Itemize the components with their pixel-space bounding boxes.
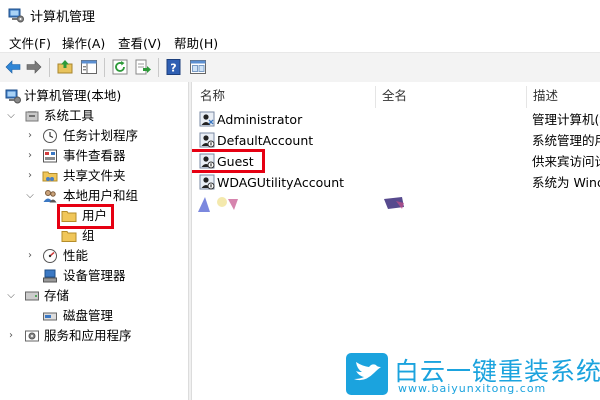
performance-icon xyxy=(43,249,57,263)
chevron-down-icon[interactable]: ⌵ xyxy=(25,186,35,206)
column-separator[interactable] xyxy=(526,86,527,108)
user-description: 管理计算机(域 xyxy=(532,112,600,127)
user-description: 供来宾访问计 xyxy=(532,154,600,169)
chevron-down-icon[interactable]: ⌵ xyxy=(6,106,16,126)
decorative-smudge xyxy=(384,197,404,209)
show-hide-tree-icon[interactable] xyxy=(80,58,98,76)
toolbar-separator xyxy=(104,58,105,77)
tree-item-local-users-groups[interactable]: ⌵ 本地用户和组 xyxy=(0,186,188,206)
tree-item-event-viewer[interactable]: › 事件查看器 xyxy=(0,146,188,166)
user-name: DefaultAccount xyxy=(217,133,314,148)
chevron-right-icon[interactable]: › xyxy=(25,246,35,266)
back-arrow-icon[interactable] xyxy=(4,58,22,76)
menu-bar: 文件(F) 操作(A) 查看(V) 帮助(H) xyxy=(0,30,600,52)
tree-item-task-scheduler[interactable]: › 任务计划程序 xyxy=(0,126,188,146)
column-header-description[interactable]: 描述 xyxy=(533,86,558,106)
refresh-icon[interactable] xyxy=(111,58,129,76)
storage-icon xyxy=(25,291,39,301)
tree-label: 磁盘管理 xyxy=(63,308,114,323)
tree-label: 本地用户和组 xyxy=(63,188,139,203)
services-icon xyxy=(25,330,39,342)
user-description: 系统管理的用 xyxy=(532,133,600,148)
properties-icon[interactable] xyxy=(189,58,207,76)
disk-icon xyxy=(43,312,57,321)
table-row[interactable]: WDAGUtilityAccount 系统为 Windo xyxy=(192,172,600,193)
help-icon[interactable]: ? xyxy=(165,58,183,76)
shared-folder-icon xyxy=(42,171,58,182)
event-viewer-icon xyxy=(43,149,57,163)
user-disabled-icon xyxy=(199,174,215,190)
highlight-box-users xyxy=(57,204,114,229)
svg-text:?: ? xyxy=(170,62,176,75)
tree-label: 共享文件夹 xyxy=(63,168,126,183)
tree-item-computer-management[interactable]: 计算机管理(本地) xyxy=(0,86,188,106)
tree-item-shared-folders[interactable]: › 共享文件夹 xyxy=(0,166,188,186)
column-separator[interactable] xyxy=(375,86,376,108)
table-row[interactable]: Administrator 管理计算机(域 xyxy=(192,109,600,130)
watermark: 白云一键重装系统 www.baiyunxitong.com xyxy=(346,353,600,397)
toolbar-separator xyxy=(49,58,50,77)
chevron-right-icon[interactable]: › xyxy=(6,326,16,346)
tree-label: 设备管理器 xyxy=(63,268,126,283)
user-description: 系统为 Windo xyxy=(532,175,600,190)
tree-label: 存储 xyxy=(44,288,70,303)
tree-label: 系统工具 xyxy=(44,108,95,123)
export-list-icon[interactable] xyxy=(134,58,152,76)
user-disabled-icon xyxy=(199,132,215,148)
chevron-right-icon[interactable]: › xyxy=(25,126,35,146)
highlight-box-guest xyxy=(192,149,265,173)
tree-item-performance[interactable]: › 性能 xyxy=(0,246,188,266)
tree-item-system-tools[interactable]: ⌵ 系统工具 xyxy=(0,106,188,126)
tree-item-groups[interactable]: 组 xyxy=(0,226,188,246)
toolbar: ? xyxy=(0,52,600,83)
tree-label: 组 xyxy=(82,228,95,243)
computer-management-icon xyxy=(8,8,24,23)
tree-item-storage[interactable]: ⌵ 存储 xyxy=(0,286,188,306)
folder-icon xyxy=(61,231,77,242)
tools-icon xyxy=(25,111,39,122)
user-name: WDAGUtilityAccount xyxy=(217,175,345,190)
console-tree: 计算机管理(本地) ⌵ 系统工具 › 任务计划程序 › 事件查看器 › 共享文件… xyxy=(0,82,188,400)
decorative-smudge xyxy=(198,197,238,212)
up-folder-icon[interactable] xyxy=(56,58,74,76)
menu-view[interactable]: 查看(V) xyxy=(118,33,161,52)
user-icon xyxy=(199,111,215,127)
menu-help[interactable]: 帮助(H) xyxy=(174,33,218,52)
users-group-icon xyxy=(43,190,57,203)
watermark-url: www.baiyunxitong.com xyxy=(398,382,547,395)
bird-logo-icon xyxy=(346,353,388,395)
window-title: 计算机管理 xyxy=(30,10,96,25)
tree-label: 性能 xyxy=(63,248,89,263)
computer-management-icon xyxy=(5,89,21,104)
chevron-down-icon[interactable]: ⌵ xyxy=(6,286,16,306)
tree-label: 任务计划程序 xyxy=(63,128,139,143)
chevron-right-icon[interactable]: › xyxy=(25,166,35,186)
tree-item-services-applications[interactable]: › 服务和应用程序 xyxy=(0,326,188,346)
clock-icon xyxy=(43,129,57,143)
chevron-right-icon[interactable]: › xyxy=(25,146,35,166)
column-header-fullname[interactable]: 全名 xyxy=(382,86,407,106)
device-manager-icon xyxy=(43,269,57,283)
column-header-name[interactable]: 名称 xyxy=(200,86,225,106)
tree-label: 服务和应用程序 xyxy=(44,328,132,343)
tree-item-device-manager[interactable]: 设备管理器 xyxy=(0,266,188,286)
tree-label: 计算机管理(本地) xyxy=(24,88,122,103)
toolbar-separator xyxy=(158,58,159,77)
menu-action[interactable]: 操作(A) xyxy=(62,33,105,52)
user-name: Administrator xyxy=(217,112,303,127)
table-row[interactable]: DefaultAccount 系统管理的用 xyxy=(192,130,600,151)
forward-arrow-icon[interactable] xyxy=(25,58,43,76)
title-bar: 计算机管理 xyxy=(0,0,600,30)
tree-label: 事件查看器 xyxy=(63,148,126,163)
menu-file[interactable]: 文件(F) xyxy=(9,33,51,52)
tree-item-disk-management[interactable]: 磁盘管理 xyxy=(0,306,188,326)
